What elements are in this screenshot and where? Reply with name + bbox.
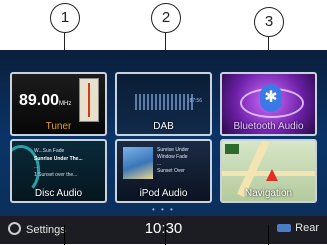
rear-button[interactable]: Rear [277,222,319,234]
dab-spectrum-icon [135,94,195,110]
navigation-tile[interactable]: Navigation [220,139,317,203]
callout-3: 3 [254,7,284,37]
bottom-bar: Settings 10:30 Rear [0,216,327,244]
bluetooth-audio-label: Bluetooth Audio [233,121,304,132]
tuner-tile[interactable]: 89.00MHz Tuner [10,72,107,136]
leader-mark [64,225,65,245]
tuner-dial-icon [79,78,99,122]
disc-track-list: W...Sun Fade Sunrise Under The... ... 1 … [34,148,83,178]
page-indicator: • • • [152,205,175,214]
disc-audio-tile[interactable]: W...Sun Fade Sunrise Under The... ... 1 … [10,139,107,203]
bluetooth-audio-tile[interactable]: ✱ Bluetooth Audio [220,72,317,136]
position-arrow-icon [266,169,278,181]
callout-2: 2 [151,3,181,33]
rear-camera-icon [277,224,292,232]
disc-audio-label: Disc Audio [34,188,83,199]
road-sign-icon [225,144,239,154]
bluetooth-icon: ✱ [260,84,282,112]
dab-tile[interactable]: 87:56 DAB [115,72,212,136]
dab-time: 87:56 [189,98,202,104]
ipod-track-list: Sunrise Under Window Fade ... Sunset Ove… [157,147,189,174]
ipod-audio-label: iPod Audio [139,188,188,199]
leader-mark [268,225,269,245]
dab-label: DAB [153,121,174,132]
device-home-screen: 89.00MHz Tuner 87:56 DAB ✱ Bluetooth Aud… [0,50,327,244]
navigation-label: Navigation [244,188,293,199]
album-cover [123,147,153,179]
rear-label: Rear [295,222,319,234]
leader-mark [165,225,166,245]
tuner-frequency: 89.00MHz [19,92,72,109]
ipod-audio-tile[interactable]: Sunrise Under Window Fade ... Sunset Ove… [115,139,212,203]
tuner-label: Tuner [45,121,72,132]
callout-1: 1 [50,3,80,33]
